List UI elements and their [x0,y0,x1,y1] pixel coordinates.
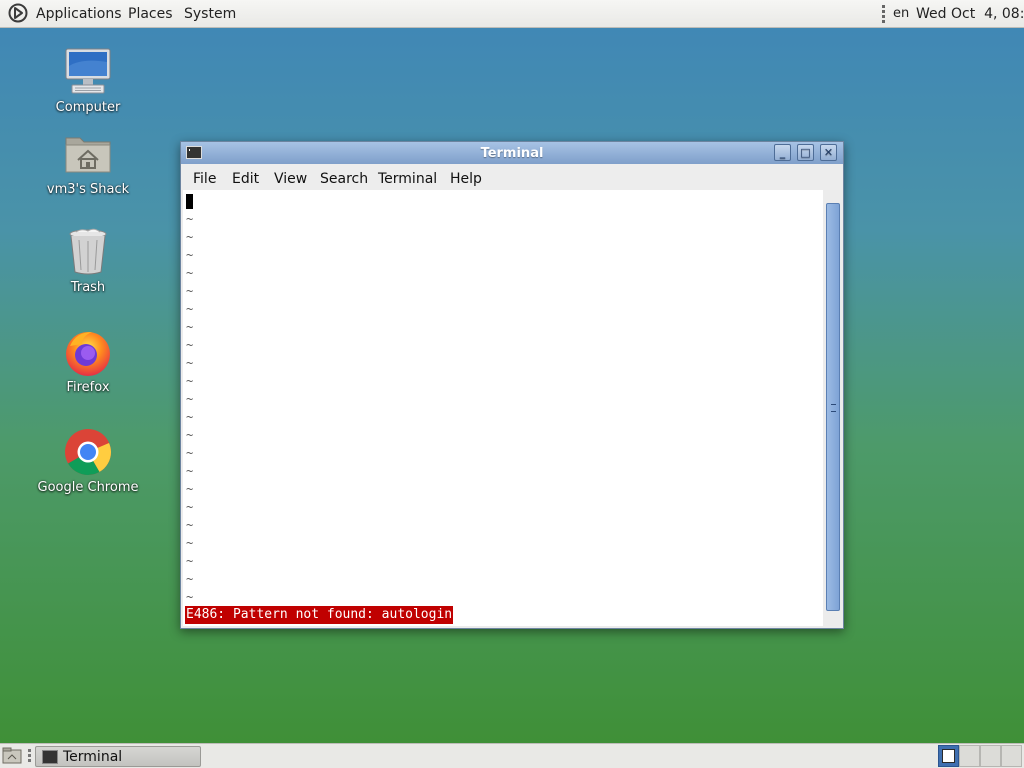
vim-tilde-line: ~ [186,428,194,442]
desktop-icon-label: Computer [55,100,121,115]
desktop-icon-label: Trash [70,280,106,295]
vim-tilde-line: ~ [186,338,194,352]
chrome-icon [62,426,114,478]
vim-tilde-line: ~ [186,212,194,226]
scrollbar-grip-icon [831,404,836,412]
workspace-3[interactable] [980,745,1001,767]
vim-tilde-line: ~ [186,572,194,586]
desktop-icon-home-folder[interactable]: vm3's Shack [28,128,148,197]
workspace-2[interactable] [959,745,980,767]
desktop-icon-trash[interactable]: Trash [28,226,148,295]
panel-separator [882,5,885,23]
vim-tilde-line: ~ [186,302,194,316]
system-menu[interactable]: System [184,0,236,27]
vim-tilde-line: ~ [186,248,194,262]
vim-tilde-line: ~ [186,230,194,244]
text-cursor [186,194,193,209]
vim-tilde-line: ~ [186,356,194,370]
taskbar-item-terminal[interactable]: Terminal [35,746,201,767]
vim-tilde-line: ~ [186,392,194,406]
scrollbar-thumb[interactable] [826,203,840,611]
scrollbar[interactable] [825,190,842,626]
computer-icon [62,46,114,98]
vim-tilde-line: ~ [186,446,194,460]
desktop-icon-firefox[interactable]: Firefox [28,326,148,395]
applications-logo-icon[interactable] [8,3,28,23]
terminal-window[interactable]: Terminal _ □ ✕ File Edit View Search Ter… [180,141,844,629]
top-panel: Applications Places System en Wed Oct 4,… [0,0,1024,28]
firefox-icon [62,326,114,378]
show-desktop-icon[interactable] [2,747,22,765]
bottom-panel: Terminal [0,743,1024,768]
vim-tilde-line: ~ [186,284,194,298]
terminal-text-area[interactable]: ~ ~ ~ ~ ~ ~ ~ ~ ~ ~ ~ ~ ~ ~ ~ ~ ~ ~ ~ ~ ~ ~ E486: Pattern not… [183,190,823,626]
keyboard-language-indicator[interactable]: en [893,0,909,28]
desktop-icon-chrome[interactable]: Google Chrome [28,426,148,495]
desktop-icon-label: vm3's Shack [46,182,130,197]
terminal-titlebar[interactable]: Terminal _ □ ✕ [181,142,843,164]
trash-icon [62,226,114,278]
vim-error-message: E486: Pattern not found: autologin [185,606,454,624]
maximize-button[interactable]: □ [797,144,814,161]
terminal-icon [42,750,58,764]
vim-tilde-line: ~ [186,518,194,532]
terminal-menubar: File Edit View Search Terminal Help [181,164,843,190]
workspace-1[interactable] [938,745,959,767]
desktop-icon-label: Firefox [66,380,110,395]
applications-menu[interactable]: Applications [36,0,122,27]
workspace-4[interactable] [1001,745,1022,767]
vim-tilde-line: ~ [186,320,194,334]
vim-tilde-line: ~ [186,464,194,478]
desktop-icon-label: Google Chrome [37,480,139,495]
taskbar-item-label: Terminal [63,749,123,765]
clock[interactable]: Wed Oct 4, 08:51 [916,0,1024,28]
panel-separator [28,749,31,765]
vim-empty-lines: ~ ~ ~ ~ ~ ~ ~ ~ ~ ~ ~ ~ ~ ~ ~ ~ ~ ~ ~ ~ ~ ~ [186,210,193,606]
vim-tilde-line: ~ [186,590,194,604]
vim-tilde-line: ~ [186,266,194,280]
vim-tilde-line: ~ [186,374,194,388]
vim-tilde-line: ~ [186,500,194,514]
vim-tilde-line: ~ [186,410,194,424]
vim-tilde-line: ~ [186,482,194,496]
close-button[interactable]: ✕ [820,144,837,161]
home-folder-icon [62,128,114,180]
minimize-button[interactable]: _ [774,144,791,161]
terminal-icon [186,146,202,159]
vim-tilde-line: ~ [186,554,194,568]
vim-tilde-line: ~ [186,536,194,550]
places-menu[interactable]: Places [128,0,173,27]
window-title: Terminal [480,146,544,161]
desktop-icon-computer[interactable]: Computer [28,46,148,115]
